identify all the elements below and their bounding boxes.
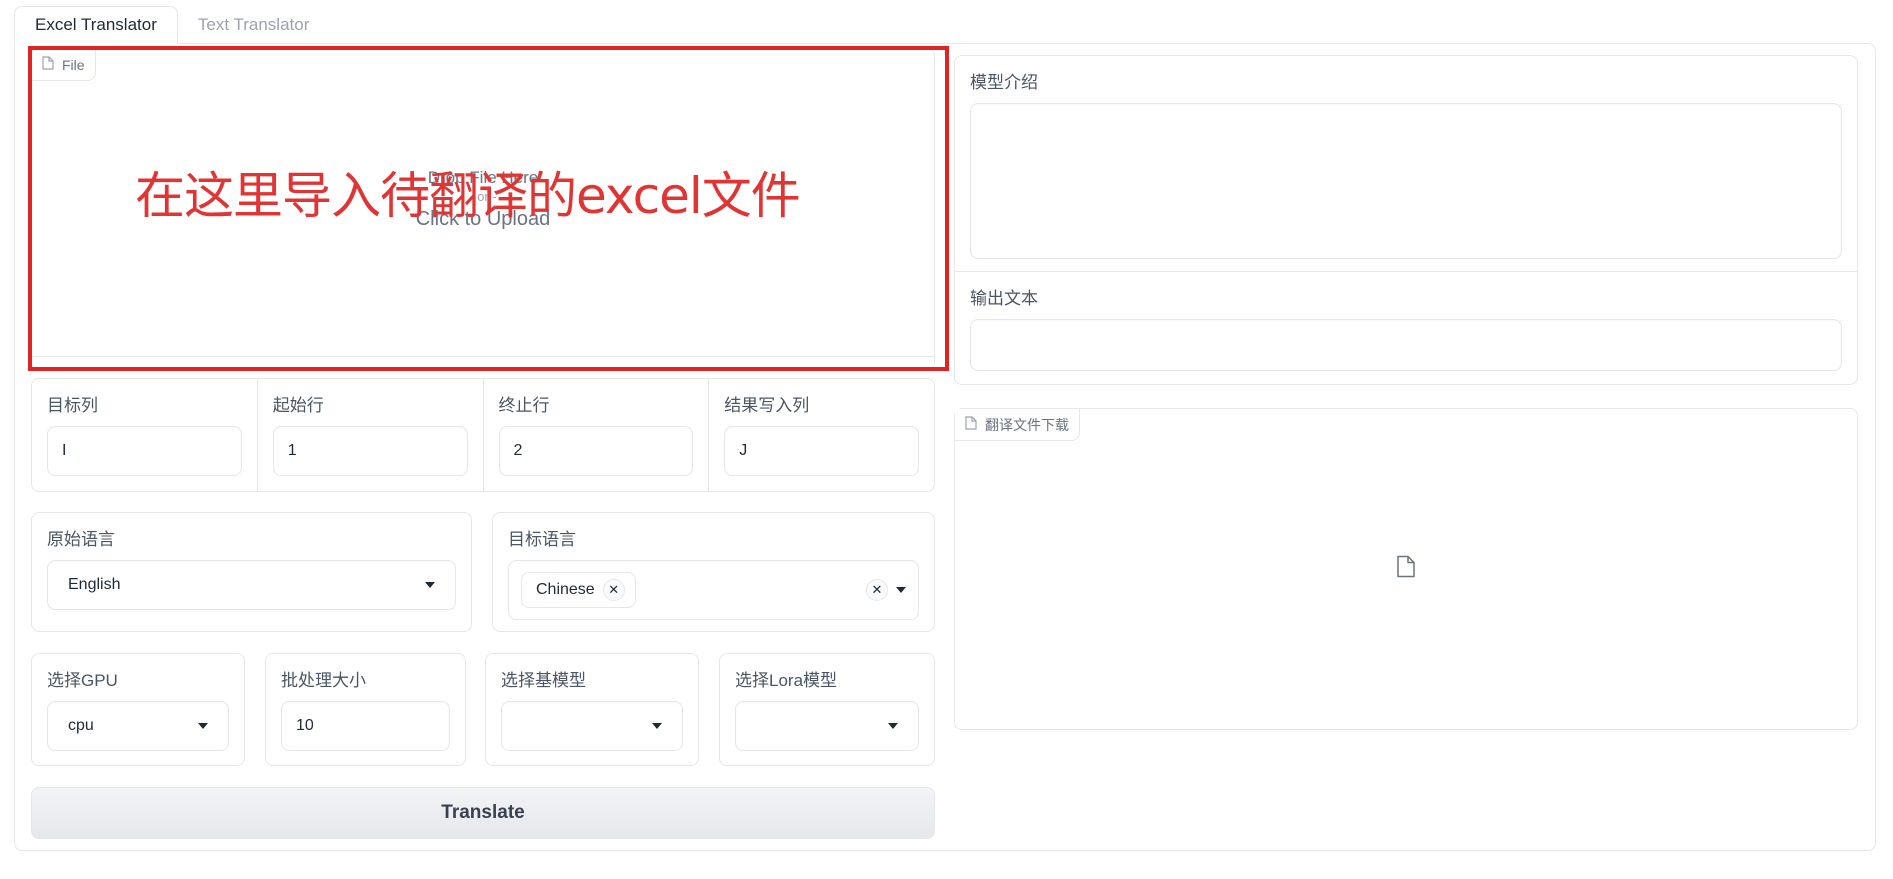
tab-bar: Excel Translator Text Translator (14, 6, 329, 44)
base-model-group: 选择基模型 (485, 653, 699, 766)
drop-instructions: Drop File Here - or - Click to Upload (32, 167, 934, 232)
result-column-group: 结果写入列 J (709, 379, 934, 491)
output-text-label: 输出文本 (970, 289, 1038, 308)
click-to-upload-text: Click to Upload (415, 207, 551, 230)
chevron-down-icon (888, 723, 898, 729)
end-row-label: 终止行 (498, 396, 550, 415)
chevron-down-icon (652, 723, 662, 729)
file-badge: File (32, 49, 96, 81)
remove-chip-icon[interactable]: ✕ (602, 579, 625, 601)
model-info-panel: 模型介绍 输出文本 (954, 55, 1858, 385)
batch-size-input[interactable]: 10 (281, 701, 450, 751)
start-row-label: 起始行 (272, 396, 324, 415)
file-icon (42, 56, 54, 73)
clear-all-icon[interactable]: ✕ (866, 579, 888, 601)
chevron-down-icon[interactable] (896, 587, 906, 593)
translate-button[interactable]: Translate (31, 787, 935, 839)
start-row-group: 起始行 1 (258, 379, 484, 491)
end-row-group: 终止行 2 (484, 379, 710, 491)
gpu-value: cpu (68, 717, 94, 734)
output-text-section: 输出文本 (955, 271, 1857, 383)
lora-model-label: 选择Lora模型 (735, 671, 838, 690)
source-language-label: 原始语言 (47, 530, 115, 549)
empty-file-icon (1396, 555, 1416, 584)
batch-size-label: 批处理大小 (281, 671, 366, 690)
result-column-label: 结果写入列 (724, 396, 810, 415)
or-text: - or - (469, 189, 497, 205)
end-row-input[interactable]: 2 (498, 426, 694, 476)
gpu-label: 选择GPU (47, 671, 118, 690)
tab-excel-translator[interactable]: Excel Translator (14, 6, 178, 44)
source-language-dropdown[interactable]: English (47, 560, 456, 610)
target-column-group: 目标列 I (32, 379, 258, 491)
target-language-label: 目标语言 (508, 530, 576, 549)
lora-model-dropdown[interactable] (735, 701, 919, 751)
target-column-label: 目标列 (47, 396, 98, 415)
model-intro-textarea[interactable] (970, 103, 1842, 259)
source-language-group: 原始语言 English (31, 512, 472, 632)
chevron-down-icon (425, 582, 435, 588)
start-row-input[interactable]: 1 (272, 426, 468, 476)
gpu-dropdown[interactable]: cpu (47, 701, 229, 751)
output-text-textarea[interactable] (970, 319, 1842, 371)
upload-divider (32, 356, 934, 357)
language-chip: Chinese ✕ (521, 572, 636, 608)
base-model-label: 选择基模型 (501, 671, 586, 690)
lora-model-group: 选择Lora模型 (719, 653, 935, 766)
excel-translator-panel: File Drop File Here - or - Click to Uplo… (14, 43, 1876, 851)
tab-text-translator[interactable]: Text Translator (178, 6, 330, 44)
batch-size-group: 批处理大小 10 (265, 653, 466, 766)
row-params: 目标列 I 起始行 1 终止行 2 结果写入列 J (31, 378, 935, 492)
model-intro-label: 模型介绍 (970, 73, 1038, 92)
file-icon (965, 416, 977, 433)
file-badge-label: File (62, 56, 85, 73)
file-upload-dropzone[interactable]: File Drop File Here - or - Click to Uplo… (31, 48, 935, 370)
download-file-panel: 翻译文件下载 (954, 408, 1858, 730)
download-badge-label: 翻译文件下载 (985, 416, 1069, 433)
target-language-multiselect[interactable]: Chinese ✕ ✕ (508, 560, 919, 620)
chevron-down-icon (198, 723, 208, 729)
model-intro-section: 模型介绍 (955, 56, 1857, 271)
result-column-input[interactable]: J (724, 426, 919, 476)
download-badge: 翻译文件下载 (955, 409, 1080, 441)
source-language-value: English (68, 576, 121, 593)
target-language-group: 目标语言 Chinese ✕ ✕ (492, 512, 935, 632)
chip-label: Chinese (536, 581, 595, 598)
base-model-dropdown[interactable] (501, 701, 683, 751)
target-column-input[interactable]: I (47, 426, 242, 476)
drop-file-text: Drop File Here (427, 168, 539, 187)
gpu-group: 选择GPU cpu (31, 653, 245, 766)
